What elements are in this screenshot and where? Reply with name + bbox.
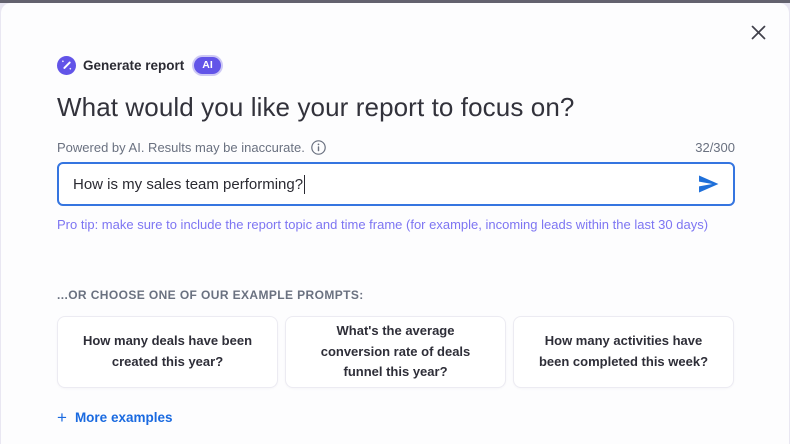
info-icon[interactable]: [311, 140, 326, 155]
report-focus-input-value: How is my sales team performing?: [73, 175, 304, 193]
plus-icon: +: [57, 408, 67, 427]
modal-header: Generate report AI: [57, 56, 735, 75]
input-meta-row: Powered by AI. Results may be inaccurate…: [57, 140, 735, 155]
example-prompt-card-conversion-rate[interactable]: What's the average conversion rate of de…: [285, 316, 506, 388]
pro-tip-text: Pro tip: make sure to include the report…: [57, 217, 709, 232]
close-icon: [751, 25, 766, 40]
character-counter: 32/300: [695, 140, 735, 155]
magic-wand-icon: [57, 56, 76, 75]
example-prompt-card-activities-completed[interactable]: How many activities have been completed …: [513, 316, 734, 388]
ai-badge: AI: [194, 56, 221, 75]
example-prompts-row: How many deals have been created this ye…: [57, 316, 735, 388]
text-caret: [304, 174, 306, 194]
modal-content: Generate report AI What would you like y…: [57, 3, 735, 428]
modal-title: Generate report: [83, 58, 185, 73]
more-examples-label: More examples: [74, 410, 173, 425]
ai-disclaimer-text: Powered by AI. Results may be inaccurate…: [57, 140, 305, 155]
example-prompts-label: ...OR CHOOSE ONE OF OUR EXAMPLE PROMPTS:: [57, 288, 364, 302]
generate-report-modal: Generate report AI What would you like y…: [1, 3, 789, 444]
close-button[interactable]: [747, 21, 769, 43]
ai-disclaimer: Powered by AI. Results may be inaccurate…: [57, 140, 326, 155]
more-examples-button[interactable]: + More examples: [57, 409, 172, 426]
page-title: What would you like your report to focus…: [57, 92, 575, 122]
send-icon: [698, 175, 719, 193]
send-button[interactable]: [695, 171, 721, 197]
report-focus-input[interactable]: How is my sales team performing?: [57, 162, 735, 206]
example-prompt-card-deals-created[interactable]: How many deals have been created this ye…: [57, 316, 278, 388]
